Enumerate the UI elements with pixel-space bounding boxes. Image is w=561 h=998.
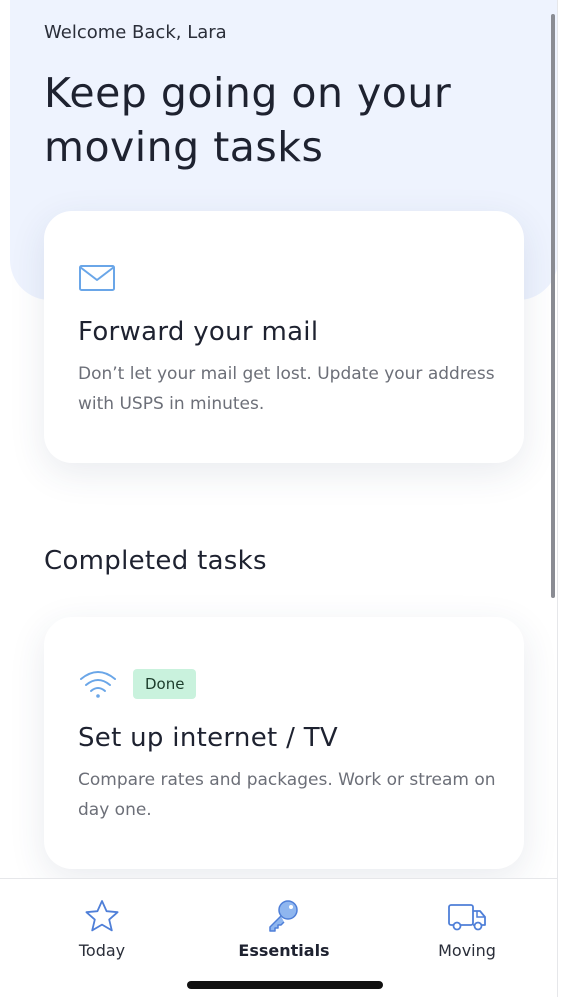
page-title: Keep going on your moving tasks [44,69,452,171]
task-description: Compare rates and packages. Work or stre… [78,770,496,820]
section-title-completed: Completed tasks [44,546,267,576]
tab-label: Moving [438,941,496,960]
tab-essentials[interactable]: Essentials [219,899,349,960]
truck-icon [402,899,532,933]
tab-bar: Today Essentials Moving [0,878,557,998]
mail-icon [78,263,116,297]
home-indicator[interactable] [187,981,383,989]
tab-label: Essentials [238,941,330,960]
scrollbar[interactable] [551,14,555,598]
star-icon [37,899,167,933]
key-icon [219,899,349,933]
task-card-internet-tv[interactable]: Done Set up internet / TV Compare rates … [44,617,524,869]
task-title: Forward your mail [78,317,319,347]
greeting-text: Welcome Back, Lara [44,22,227,43]
task-description: Don’t let your mail get lost. Update you… [78,364,495,414]
wifi-icon [78,669,118,703]
divider [557,0,558,997]
task-title: Set up internet / TV [78,723,338,753]
tab-today[interactable]: Today [37,899,167,960]
tab-moving[interactable]: Moving [402,899,532,960]
task-card-forward-mail[interactable]: Forward your mail Don’t let your mail ge… [44,211,524,463]
tab-label: Today [78,941,126,960]
status-badge: Done [133,669,197,699]
